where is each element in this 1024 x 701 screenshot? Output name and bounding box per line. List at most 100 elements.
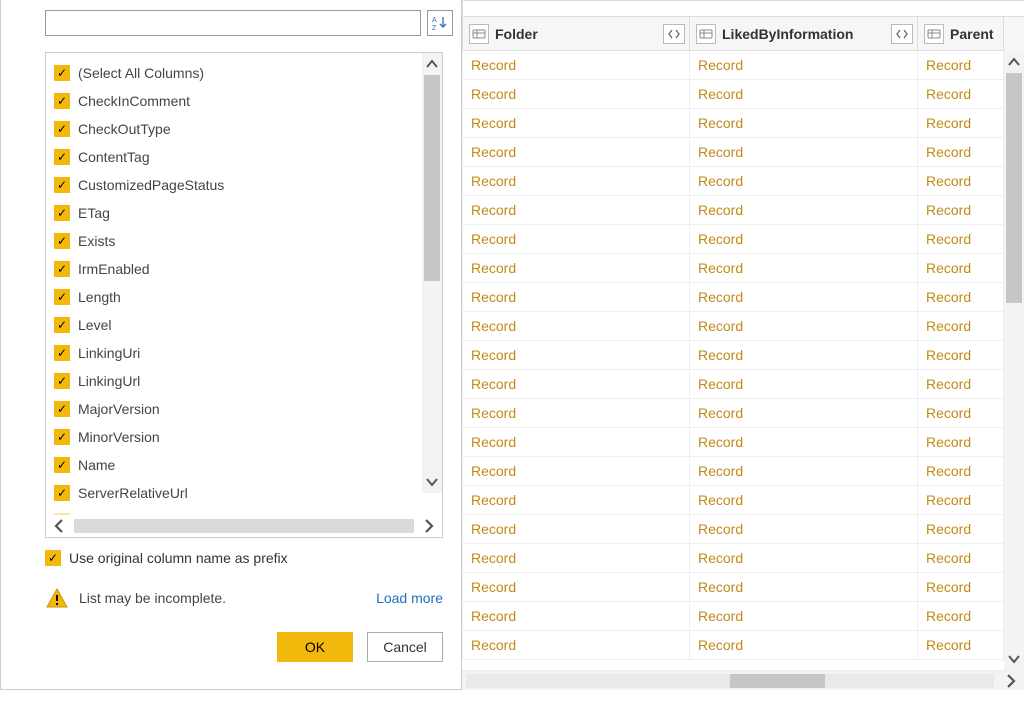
record-cell[interactable]: Record	[462, 428, 690, 457]
table-row[interactable]: RecordRecordRecord	[462, 370, 1004, 399]
record-cell[interactable]: Record	[690, 544, 918, 573]
record-cell[interactable]: Record	[690, 631, 918, 660]
table-row[interactable]: RecordRecordRecord	[462, 341, 1004, 370]
table-row[interactable]: RecordRecordRecord	[462, 312, 1004, 341]
expand-column-icon[interactable]	[891, 24, 913, 44]
column-option[interactable]: (Select All Columns)	[54, 59, 434, 87]
record-cell[interactable]: Record	[918, 138, 1004, 167]
record-cell[interactable]: Record	[690, 80, 918, 109]
scroll-track[interactable]	[74, 519, 414, 533]
table-row[interactable]: RecordRecordRecord	[462, 544, 1004, 573]
column-option[interactable]: ServerRelativeUrl	[54, 479, 434, 507]
record-cell[interactable]: Record	[462, 631, 690, 660]
table-row[interactable]: RecordRecordRecord	[462, 225, 1004, 254]
column-list-horizontal-scrollbar[interactable]	[46, 515, 442, 537]
record-cell[interactable]: Record	[462, 196, 690, 225]
column-checkbox[interactable]	[54, 485, 70, 501]
column-option[interactable]: Length	[54, 283, 434, 311]
column-header-folder[interactable]: Folder	[462, 17, 690, 51]
record-cell[interactable]: Record	[690, 341, 918, 370]
record-cell[interactable]: Record	[462, 138, 690, 167]
record-cell[interactable]: Record	[918, 457, 1004, 486]
column-option[interactable]: LinkingUrl	[54, 367, 434, 395]
record-cell[interactable]: Record	[462, 457, 690, 486]
table-row[interactable]: RecordRecordRecord	[462, 138, 1004, 167]
scroll-thumb[interactable]	[424, 75, 440, 281]
table-row[interactable]: RecordRecordRecord	[462, 167, 1004, 196]
column-checkbox[interactable]	[54, 93, 70, 109]
record-cell[interactable]: Record	[690, 109, 918, 138]
grid-horizontal-scrollbar[interactable]	[462, 670, 1024, 690]
record-cell[interactable]: Record	[690, 167, 918, 196]
record-cell[interactable]: Record	[690, 254, 918, 283]
record-cell[interactable]: Record	[690, 312, 918, 341]
record-cell[interactable]: Record	[462, 370, 690, 399]
record-cell[interactable]: Record	[918, 341, 1004, 370]
record-cell[interactable]: Record	[690, 602, 918, 631]
table-row[interactable]: RecordRecordRecord	[462, 486, 1004, 515]
scroll-right-arrow-icon[interactable]	[416, 515, 442, 537]
scroll-thumb[interactable]	[730, 674, 825, 688]
table-row[interactable]: RecordRecordRecord	[462, 196, 1004, 225]
column-checkbox[interactable]	[54, 289, 70, 305]
column-option[interactable]: LinkingUri	[54, 339, 434, 367]
table-row[interactable]: RecordRecordRecord	[462, 399, 1004, 428]
record-cell[interactable]: Record	[918, 312, 1004, 341]
table-row[interactable]: RecordRecordRecord	[462, 51, 1004, 80]
column-option[interactable]: CheckInComment	[54, 87, 434, 115]
cancel-button[interactable]: Cancel	[367, 632, 443, 662]
record-cell[interactable]: Record	[462, 341, 690, 370]
column-checkbox[interactable]	[54, 233, 70, 249]
record-cell[interactable]: Record	[462, 573, 690, 602]
scroll-left-arrow-icon[interactable]	[46, 515, 72, 537]
record-cell[interactable]: Record	[690, 486, 918, 515]
column-checkbox[interactable]	[54, 373, 70, 389]
column-checkbox[interactable]	[54, 513, 70, 515]
record-cell[interactable]: Record	[462, 109, 690, 138]
record-cell[interactable]: Record	[918, 80, 1004, 109]
record-cell[interactable]: Record	[918, 631, 1004, 660]
record-cell[interactable]: Record	[690, 51, 918, 80]
column-checkbox[interactable]	[54, 345, 70, 361]
record-cell[interactable]: Record	[690, 370, 918, 399]
column-option[interactable]: ContentTag	[54, 143, 434, 171]
record-cell[interactable]: Record	[918, 602, 1004, 631]
column-header-parent[interactable]: Parent	[918, 17, 1004, 51]
table-row[interactable]: RecordRecordRecord	[462, 457, 1004, 486]
column-option[interactable]: Exists	[54, 227, 434, 255]
record-cell[interactable]: Record	[462, 486, 690, 515]
record-cell[interactable]: Record	[462, 515, 690, 544]
table-row[interactable]: RecordRecordRecord	[462, 283, 1004, 312]
record-cell[interactable]: Record	[462, 544, 690, 573]
column-search-input[interactable]	[45, 10, 421, 36]
table-row[interactable]: RecordRecordRecord	[462, 109, 1004, 138]
column-list-vertical-scrollbar[interactable]	[422, 53, 442, 493]
record-cell[interactable]: Record	[462, 312, 690, 341]
column-option[interactable]: IrmEnabled	[54, 255, 434, 283]
column-checkbox[interactable]	[54, 121, 70, 137]
column-checkbox[interactable]	[54, 429, 70, 445]
column-checkbox[interactable]	[54, 457, 70, 473]
record-cell[interactable]: Record	[462, 254, 690, 283]
table-row[interactable]: RecordRecordRecord	[462, 254, 1004, 283]
scroll-up-arrow-icon[interactable]	[1004, 51, 1024, 73]
record-cell[interactable]: Record	[918, 544, 1004, 573]
table-row[interactable]: RecordRecordRecord	[462, 573, 1004, 602]
expand-column-icon[interactable]	[663, 24, 685, 44]
record-cell[interactable]: Record	[918, 370, 1004, 399]
column-option[interactable]: MajorVersion	[54, 395, 434, 423]
column-checkbox[interactable]	[54, 261, 70, 277]
record-cell[interactable]: Record	[918, 428, 1004, 457]
sort-button[interactable]: A Z	[427, 10, 453, 36]
column-option[interactable]: Level	[54, 311, 434, 339]
record-cell[interactable]: Record	[918, 225, 1004, 254]
table-row[interactable]: RecordRecordRecord	[462, 80, 1004, 109]
scroll-up-arrow-icon[interactable]	[422, 53, 442, 75]
record-cell[interactable]: Record	[918, 283, 1004, 312]
record-cell[interactable]: Record	[462, 399, 690, 428]
column-option[interactable]: Name	[54, 451, 434, 479]
grid-vertical-scrollbar[interactable]	[1004, 51, 1024, 670]
record-cell[interactable]: Record	[462, 225, 690, 254]
column-checkbox[interactable]	[54, 205, 70, 221]
record-cell[interactable]: Record	[918, 254, 1004, 283]
